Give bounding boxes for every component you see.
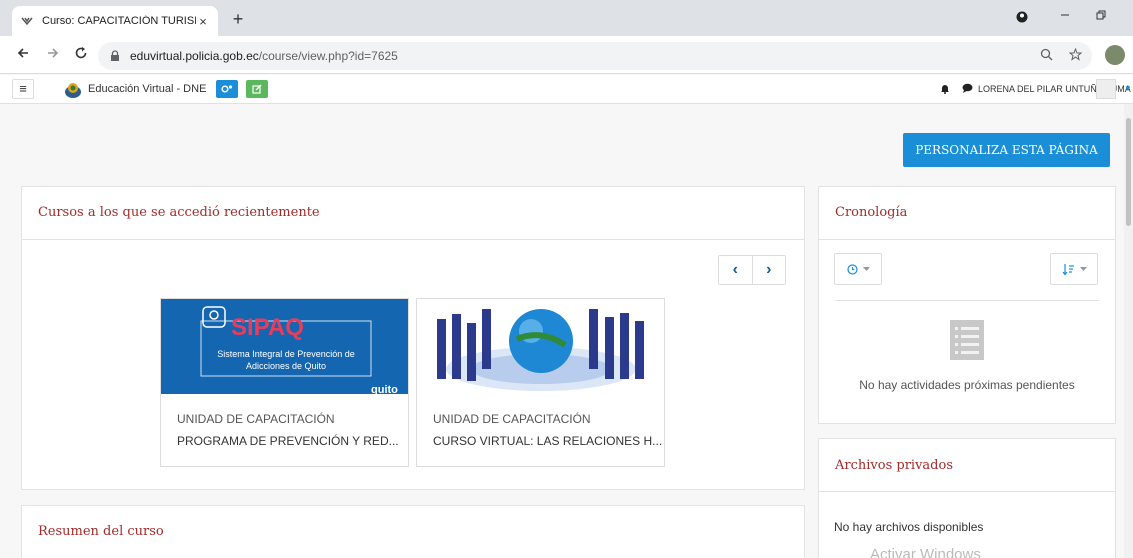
browser-address-bar: eduvirtual.policia.gob.ec/course/view.ph… — [0, 36, 1133, 74]
zoom-icon[interactable] — [1040, 48, 1053, 64]
notifications-bell-icon[interactable] — [940, 83, 950, 97]
sipaq-line2: Adicciones de Quito — [246, 361, 326, 371]
timeline-sort-button[interactable] — [1050, 253, 1098, 285]
empty-list-icon — [950, 320, 984, 363]
messages-icon[interactable] — [962, 83, 973, 96]
divider — [835, 300, 1099, 301]
recent-courses-block: Cursos a los que se accedió recientement… — [21, 186, 805, 490]
profile-menu-icon[interactable] — [1011, 8, 1033, 26]
browser-tab-bar: Curso: CAPACITACIÓN TURISMO × + — [0, 0, 1133, 36]
course-image-sipaq[interactable]: SIPAQ Sistema Integral de Prevención de … — [161, 299, 408, 394]
user-avatar[interactable] — [1096, 79, 1116, 99]
settings-button[interactable] — [216, 80, 238, 98]
divider — [819, 491, 1115, 492]
windows-activation-watermark: Activar Windows — [870, 546, 981, 558]
private-files-block: Archivos privados — [818, 438, 1116, 558]
minimize-icon[interactable] — [1054, 8, 1076, 24]
url-input[interactable]: eduvirtual.policia.gob.ec/course/view.ph… — [98, 42, 1092, 70]
sipaq-line1: Sistema Integral de Prevención de — [217, 349, 355, 359]
tab-title: Curso: CAPACITACIÓN TURISMO — [42, 15, 196, 27]
clock-icon — [846, 263, 858, 275]
edit-icon — [252, 84, 262, 94]
divider — [22, 239, 804, 240]
chevron-down-icon — [1079, 266, 1087, 271]
site-name[interactable]: Educación Virtual - DNE — [88, 83, 206, 95]
course-name-link[interactable]: PROGRAMA DE PREVENCIÓN Y RED... — [177, 434, 399, 448]
browser-profile-avatar[interactable] — [1105, 45, 1125, 65]
bookmark-star-icon[interactable] — [1068, 47, 1083, 64]
course-card[interactable]: UNIDAD DE CAPACITACIÓN CURSO VIRTUAL: LA… — [416, 298, 665, 467]
site-navbar: ≡ Educación Virtual - DNE LORENA DEL PIL… — [0, 75, 1133, 104]
close-tab-icon[interactable]: × — [196, 14, 210, 29]
quito-brand-text: quito — [371, 384, 398, 394]
lock-icon — [110, 50, 122, 62]
private-files-empty-message: No hay archivos disponibles — [834, 520, 984, 534]
course-card[interactable]: SIPAQ Sistema Integral de Prevención de … — [160, 298, 409, 467]
course-category: UNIDAD DE CAPACITACIÓN — [433, 412, 591, 426]
url-path: /course/view.php?id=7625 — [258, 49, 398, 63]
course-summary-block: Resumen del curso — [21, 505, 805, 558]
timeline-empty-message: No hay actividades próximas pendientes — [859, 378, 1075, 392]
next-arrow-icon[interactable]: › — [753, 256, 786, 284]
restore-icon[interactable] — [1090, 8, 1112, 24]
new-tab-button[interactable]: + — [228, 9, 248, 29]
course-category: UNIDAD DE CAPACITACIÓN — [177, 412, 335, 426]
cogs-icon — [221, 85, 233, 93]
moodle-favicon-icon — [20, 14, 34, 28]
timeline-title: Cronología — [835, 205, 908, 220]
course-name-link[interactable]: CURSO VIRTUAL: LAS RELACIONES H... — [433, 434, 662, 448]
recent-courses-title: Cursos a los que se accedió recientement… — [38, 205, 320, 220]
url-host: eduvirtual.policia.gob.ec — [130, 49, 259, 63]
forward-icon[interactable] — [44, 46, 62, 64]
prev-arrow-icon[interactable]: ‹ — [719, 256, 753, 284]
menu-toggle-icon[interactable]: ≡ — [12, 79, 34, 99]
back-icon[interactable] — [14, 46, 32, 64]
timeline-filter-button[interactable] — [834, 253, 882, 285]
customize-page-button[interactable]: PERSONALIZA ESTA PÁGINA — [903, 133, 1110, 167]
private-files-title: Archivos privados — [835, 458, 953, 473]
site-logo-icon[interactable] — [64, 81, 82, 99]
course-image-globe[interactable] — [417, 299, 664, 394]
chevron-down-icon — [862, 266, 870, 271]
sipaq-logo-text: SIPAQ — [231, 314, 304, 341]
carousel-nav: ‹ › — [718, 255, 786, 285]
sort-icon — [1062, 263, 1074, 275]
reload-icon[interactable] — [72, 46, 90, 64]
divider — [819, 239, 1115, 240]
course-summary-title: Resumen del curso — [38, 524, 164, 539]
edit-mode-button[interactable] — [246, 80, 268, 98]
user-menu-caret-icon[interactable]: ▼ — [1124, 84, 1132, 93]
browser-tab[interactable]: Curso: CAPACITACIÓN TURISMO × — [12, 6, 218, 36]
scrollbar-thumb[interactable] — [1126, 118, 1131, 226]
